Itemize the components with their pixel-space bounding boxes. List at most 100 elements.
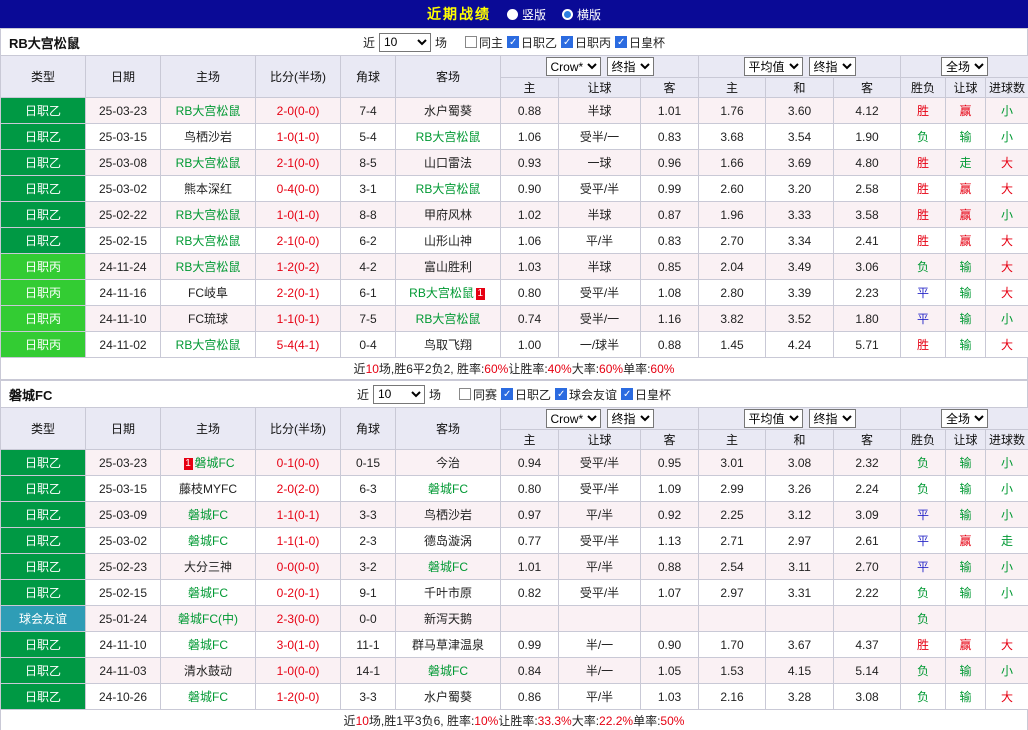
checkbox-label: 同主 bbox=[479, 34, 503, 51]
away-team: 新泻天鹅 bbox=[396, 606, 501, 632]
team-tables-container: RB大宫松鼠近10场同主日职乙日职丙日皇杯类型日期主场比分(半场)角球客场Cro… bbox=[0, 28, 1028, 730]
dropdown-header-cell: 全场 bbox=[901, 408, 1028, 430]
match-row: 球会友谊25-01-24磐城FC(中)2-3(0-0)0-0新泻天鹅负 bbox=[1, 606, 1028, 632]
filter-checkbox-同主[interactable]: 同主 bbox=[465, 34, 503, 51]
goals-result: 大 bbox=[986, 176, 1028, 202]
odds-time-select[interactable]: 终指 bbox=[607, 409, 654, 428]
avg-away-header: 客 bbox=[834, 78, 901, 98]
avg-away: 5.14 bbox=[834, 658, 901, 684]
odds-home: 0.84 bbox=[501, 658, 559, 684]
filter-bar: 近10场同主日职乙日职丙日皇杯 bbox=[363, 33, 665, 52]
summary-segment: 10% bbox=[474, 714, 498, 728]
goals-result: 小 bbox=[986, 658, 1028, 684]
match-row: 日职乙25-03-23RB大宫松鼠2-0(0-0)7-4水户蜀葵0.88半球1.… bbox=[1, 98, 1028, 124]
league-badge: 日职乙 bbox=[1, 684, 86, 710]
handicap: 平/半 bbox=[559, 228, 641, 254]
avg-source-select[interactable]: 平均值 bbox=[744, 57, 803, 76]
scope-select[interactable]: 全场 bbox=[941, 409, 988, 428]
horizontal-layout-radio[interactable]: 横版 bbox=[562, 6, 601, 23]
avg-draw: 3.69 bbox=[766, 150, 834, 176]
col-corner-header: 角球 bbox=[341, 408, 396, 450]
handicap: 一/球半 bbox=[559, 332, 641, 358]
corners: 3-1 bbox=[341, 176, 396, 202]
match-row: 日职丙24-11-10FC琉球1-1(0-1)7-5RB大宫松鼠0.74受半/一… bbox=[1, 306, 1028, 332]
handicap-result: 赢 bbox=[946, 98, 986, 124]
league-badge: 球会友谊 bbox=[1, 606, 86, 632]
avg-home: 3.01 bbox=[699, 450, 766, 476]
odds-source-select[interactable]: Crow* bbox=[546, 409, 601, 428]
avg-away: 2.41 bbox=[834, 228, 901, 254]
odds-home: 1.02 bbox=[501, 202, 559, 228]
team-name: RB大宫松鼠 bbox=[9, 33, 80, 52]
score: 2-0(0-0) bbox=[256, 98, 341, 124]
match-date: 24-11-24 bbox=[86, 254, 161, 280]
avg-home: 2.71 bbox=[699, 528, 766, 554]
team-link: 水户蜀葵 bbox=[424, 104, 472, 118]
odds-home: 0.80 bbox=[501, 476, 559, 502]
filter-checkbox-日职丙[interactable]: 日职丙 bbox=[561, 34, 611, 51]
team-link: 磐城FC bbox=[428, 664, 468, 678]
handicap-result: 走 bbox=[946, 150, 986, 176]
filter-checkbox-日皇杯[interactable]: 日皇杯 bbox=[621, 386, 671, 403]
filter-checkbox-日职乙[interactable]: 日职乙 bbox=[507, 34, 557, 51]
handicap-result: 输 bbox=[946, 580, 986, 606]
red-card-badge: 1 bbox=[184, 458, 193, 470]
corners: 3-3 bbox=[341, 684, 396, 710]
result: 负 bbox=[901, 684, 946, 710]
odds-away-header: 客 bbox=[641, 78, 699, 98]
league-badge: 日职乙 bbox=[1, 228, 86, 254]
col-corner-header: 角球 bbox=[341, 56, 396, 98]
odds-away: 1.01 bbox=[641, 98, 699, 124]
away-team: RB大宫松鼠 bbox=[396, 124, 501, 150]
avg-home: 2.99 bbox=[699, 476, 766, 502]
avg-source-select[interactable]: 平均值 bbox=[744, 409, 803, 428]
avg-home: 2.80 bbox=[699, 280, 766, 306]
handicap: 受平/半 bbox=[559, 528, 641, 554]
away-team: 德岛漩涡 bbox=[396, 528, 501, 554]
avg-home: 2.25 bbox=[699, 502, 766, 528]
filter-checkbox-球会友谊[interactable]: 球会友谊 bbox=[555, 386, 617, 403]
recent-count-select[interactable]: 10 bbox=[373, 385, 425, 404]
avg-draw: 4.24 bbox=[766, 332, 834, 358]
corners: 0-0 bbox=[341, 606, 396, 632]
team-link: RB大宫松鼠 bbox=[416, 312, 481, 326]
team-link: 水户蜀葵 bbox=[424, 690, 472, 704]
score: 1-2(0-2) bbox=[256, 254, 341, 280]
odds-away: 0.92 bbox=[641, 502, 699, 528]
odds-handicap-header: 让球 bbox=[559, 430, 641, 450]
recent-count-select[interactable]: 10 bbox=[379, 33, 431, 52]
radio-icon bbox=[507, 9, 518, 20]
avg-time-select[interactable]: 终指 bbox=[809, 409, 856, 428]
odds-away: 0.88 bbox=[641, 554, 699, 580]
avg-home: 1.53 bbox=[699, 658, 766, 684]
odds-source-select[interactable]: Crow* bbox=[546, 57, 601, 76]
scope-select[interactable]: 全场 bbox=[941, 57, 988, 76]
odds-time-select[interactable]: 终指 bbox=[607, 57, 654, 76]
league-badge: 日职乙 bbox=[1, 98, 86, 124]
handicap-result-header: 让球 bbox=[946, 430, 986, 450]
team-name: 磐城FC bbox=[9, 385, 52, 404]
avg-draw: 3.54 bbox=[766, 124, 834, 150]
handicap-result: 输 bbox=[946, 254, 986, 280]
handicap-result: 输 bbox=[946, 450, 986, 476]
filter-checkbox-日皇杯[interactable]: 日皇杯 bbox=[615, 34, 665, 51]
col-score-header: 比分(半场) bbox=[256, 408, 341, 450]
away-team: RB大宫松鼠 bbox=[396, 306, 501, 332]
avg-home: 1.70 bbox=[699, 632, 766, 658]
avg-draw: 3.34 bbox=[766, 228, 834, 254]
odds-away: 1.05 bbox=[641, 658, 699, 684]
league-badge: 日职乙 bbox=[1, 124, 86, 150]
match-date: 24-11-16 bbox=[86, 280, 161, 306]
home-team: 磐城FC(中) bbox=[161, 606, 256, 632]
filter-checkbox-同赛[interactable]: 同赛 bbox=[459, 386, 497, 403]
result: 平 bbox=[901, 528, 946, 554]
corners: 6-1 bbox=[341, 280, 396, 306]
checkbox-icon bbox=[501, 388, 513, 400]
handicap: 平/半 bbox=[559, 554, 641, 580]
odds-home-header: 主 bbox=[501, 78, 559, 98]
avg-time-select[interactable]: 终指 bbox=[809, 57, 856, 76]
home-team: RB大宫松鼠 bbox=[161, 98, 256, 124]
avg-away: 3.06 bbox=[834, 254, 901, 280]
filter-checkbox-日职乙[interactable]: 日职乙 bbox=[501, 386, 551, 403]
vertical-layout-radio[interactable]: 竖版 bbox=[507, 6, 546, 23]
